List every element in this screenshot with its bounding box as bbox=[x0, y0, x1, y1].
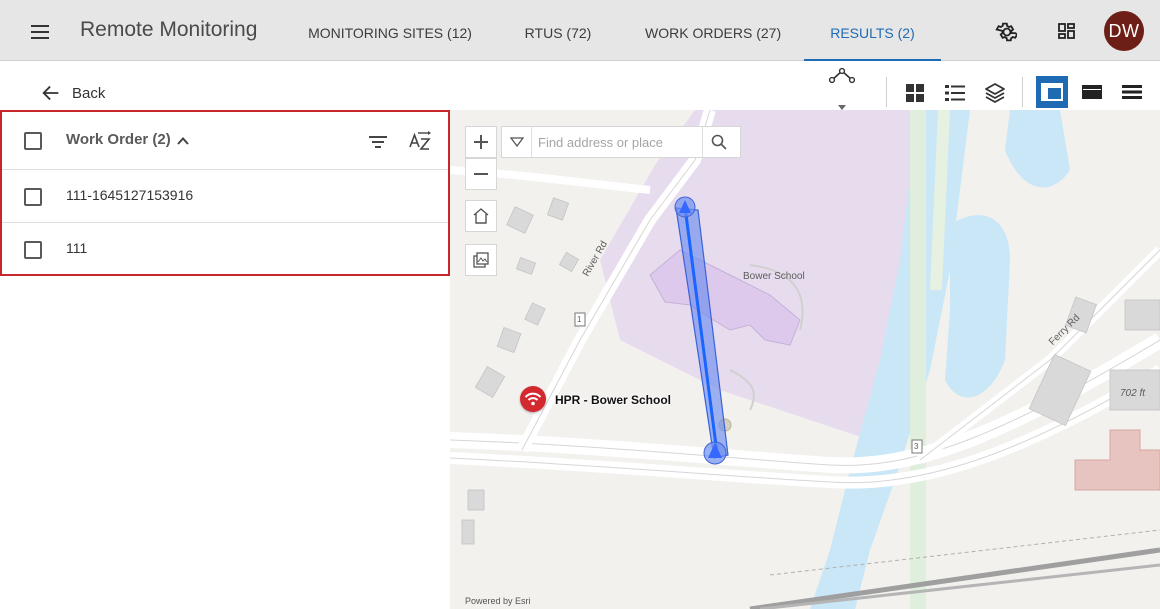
tab-monitoring-sites[interactable]: MONITORING SITES (12) bbox=[308, 0, 472, 61]
sort-az-icon[interactable] bbox=[408, 130, 436, 154]
work-order-id[interactable]: 111-1645127153916 bbox=[66, 187, 193, 203]
item-checkbox[interactable] bbox=[24, 188, 42, 206]
layout-map-button[interactable] bbox=[1076, 76, 1108, 108]
toolbar-divider bbox=[1022, 77, 1023, 107]
basemap bbox=[450, 110, 1160, 609]
monitoring-site-label: HPR - Bower School bbox=[555, 393, 672, 407]
wifi-icon bbox=[524, 392, 542, 406]
search-source-dropdown[interactable] bbox=[502, 127, 532, 157]
grid-view-icon[interactable] bbox=[903, 81, 927, 105]
layout-split-icon bbox=[1041, 83, 1063, 101]
toolbar-divider bbox=[886, 77, 887, 107]
tab-rtus[interactable]: RTUS (72) bbox=[520, 0, 596, 61]
top-app-bar: Remote Monitoring MONITORING SITES (12) … bbox=[0, 0, 1160, 62]
layers-icon[interactable] bbox=[983, 81, 1007, 105]
layout-list-button[interactable] bbox=[1116, 76, 1148, 108]
road-shield-label: 3 bbox=[914, 442, 919, 451]
basemap-button[interactable] bbox=[465, 244, 497, 276]
list-item[interactable]: 111-1645127153916 bbox=[2, 170, 448, 223]
layout-list-icon bbox=[1122, 85, 1142, 99]
layout-map-icon bbox=[1082, 85, 1102, 99]
results-panel: Work Order (2) 111-1645127153916 111 bbox=[0, 110, 450, 609]
monitoring-site-marker[interactable] bbox=[520, 386, 546, 412]
arrow-left-icon bbox=[42, 85, 59, 101]
back-button[interactable]: Back bbox=[40, 81, 105, 105]
minus-icon bbox=[474, 173, 488, 175]
elevation-label: 702 ft bbox=[1120, 388, 1146, 399]
plus-icon bbox=[474, 135, 488, 149]
road-shield-label: 1 bbox=[577, 315, 582, 324]
home-icon bbox=[473, 208, 489, 224]
work-order-header: Work Order (2) bbox=[2, 112, 448, 170]
zoom-out-button[interactable] bbox=[465, 158, 497, 190]
avatar[interactable]: DW bbox=[1104, 11, 1144, 51]
chevron-down-icon bbox=[509, 137, 524, 147]
secondary-toolbar: Back bbox=[0, 61, 1160, 110]
tab-results[interactable]: RESULTS (2) bbox=[804, 0, 941, 62]
list-item[interactable]: 111 bbox=[2, 223, 448, 274]
filter-icon[interactable] bbox=[366, 130, 390, 154]
select-all-checkbox[interactable] bbox=[24, 132, 42, 150]
home-button[interactable] bbox=[465, 200, 497, 232]
map-attribution: Powered by Esri bbox=[465, 596, 531, 606]
work-order-header-label: Work Order (2) bbox=[66, 131, 171, 148]
place-label: Bower School bbox=[743, 271, 805, 282]
work-order-group: Work Order (2) 111-1645127153916 111 bbox=[0, 110, 450, 276]
chevron-up-icon[interactable] bbox=[176, 134, 190, 148]
app-title: Remote Monitoring bbox=[80, 18, 258, 41]
route-nodes-icon[interactable] bbox=[828, 64, 856, 112]
gear-icon[interactable] bbox=[993, 20, 1019, 44]
hamburger-icon[interactable] bbox=[28, 20, 52, 44]
search-icon bbox=[711, 134, 727, 150]
work-order-id[interactable]: 111 bbox=[66, 240, 87, 256]
list-view-icon[interactable] bbox=[943, 81, 967, 105]
map-view[interactable]: River Rd Ferry Rd Bower School 1 3 702 f… bbox=[450, 110, 1160, 609]
search-input[interactable] bbox=[532, 128, 702, 156]
item-checkbox[interactable] bbox=[24, 241, 42, 259]
zoom-in-button[interactable] bbox=[465, 126, 497, 158]
map-search bbox=[501, 126, 741, 158]
tab-work-orders[interactable]: WORK ORDERS (27) bbox=[645, 0, 781, 61]
basemap-icon bbox=[473, 252, 489, 268]
grid-apps-icon[interactable] bbox=[1055, 20, 1079, 44]
search-button[interactable] bbox=[702, 127, 734, 157]
back-label: Back bbox=[72, 84, 106, 102]
layout-split-button[interactable] bbox=[1036, 76, 1068, 108]
